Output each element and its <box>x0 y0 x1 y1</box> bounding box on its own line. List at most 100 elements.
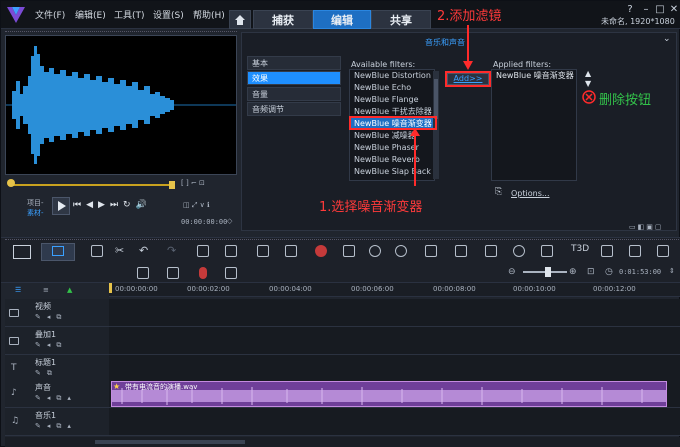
split-icon[interactable] <box>257 245 269 257</box>
filter-item[interactable]: NewBlue Flange <box>350 94 434 106</box>
ruler-tick: 00:00:04:00 <box>269 285 312 293</box>
zoom-slider-thumb[interactable] <box>545 267 551 277</box>
menu-settings[interactable]: 设置(S) <box>153 8 184 21</box>
copy-icon[interactable] <box>91 245 103 257</box>
track-music[interactable] <box>109 408 680 436</box>
trim-start-handle[interactable] <box>7 179 15 187</box>
multicam-icon[interactable] <box>395 245 407 257</box>
annotation-box-filter <box>349 116 437 130</box>
record-screen-icon[interactable] <box>225 245 237 257</box>
help-icon[interactable]: ? <box>623 4 637 16</box>
all-tracks-icon[interactable]: ☰ <box>15 286 21 294</box>
more-icon[interactable] <box>657 245 669 257</box>
track-header-title[interactable]: T 标题1 ✎⧉ <box>5 355 109 383</box>
category-volume[interactable]: 音量 <box>247 87 341 101</box>
preview-export-icon[interactable] <box>629 245 641 257</box>
track-header-video[interactable]: 视频 ✎◂⧉ <box>5 299 109 327</box>
filter-item[interactable]: NewBlue Echo <box>350 82 434 94</box>
applied-filters-list[interactable]: NewBlue 噪音渐变器 <box>491 69 577 181</box>
duration-stepper[interactable]: ⇕ <box>669 267 675 275</box>
track-video[interactable] <box>109 299 680 327</box>
timeline-view-icon <box>52 246 64 256</box>
window-title: 未命名, 1920*1080 <box>601 17 675 26</box>
options-button[interactable]: Options... <box>511 189 550 198</box>
move-down-icon[interactable]: ▼ <box>585 79 591 88</box>
playhead[interactable] <box>109 283 112 293</box>
filter-item[interactable]: NewBlue Distortion <box>350 70 434 82</box>
category-effects[interactable]: 效果 <box>247 71 341 85</box>
zoom-out-icon[interactable]: ⊖ <box>508 267 516 277</box>
effects-icon[interactable] <box>601 245 613 257</box>
track-controls[interactable]: ✎◂⧉ <box>35 341 67 350</box>
track-controls[interactable]: ✎⧉ <box>35 369 58 378</box>
menu-tools[interactable]: 工具(T) <box>114 8 145 21</box>
preview-window <box>5 35 237 175</box>
tab-share[interactable]: 共享 <box>371 10 431 29</box>
scissors-icon[interactable]: ✂ <box>115 244 124 257</box>
home-tab[interactable] <box>229 10 251 29</box>
maximize-icon[interactable]: □ <box>653 4 667 16</box>
transport-controls[interactable]: ⏮◀▶⏭↻🔊 <box>73 200 152 210</box>
subtitle-icon[interactable] <box>425 245 437 257</box>
trim-bar[interactable] <box>11 184 173 186</box>
mask-icon[interactable] <box>343 245 355 257</box>
move-up-icon[interactable]: ▲ <box>585 69 591 78</box>
options-collapse-icon[interactable]: ⌄ <box>663 34 671 44</box>
record-icon[interactable] <box>315 245 327 257</box>
play-button[interactable] <box>52 197 70 215</box>
timecode-display[interactable]: 00:00:00:00 <box>181 218 227 226</box>
title-3d-icon[interactable]: T3D <box>571 244 589 254</box>
video-track-icon <box>9 309 19 317</box>
fit-project-icon[interactable]: ⊡ <box>587 267 595 277</box>
panel-view-icons[interactable]: ▭◧▣▢ <box>629 223 663 231</box>
track-header-overlay[interactable]: 叠加1 ✎◂⧉ <box>5 327 109 355</box>
menu-help[interactable]: 帮助(H) <box>193 8 225 21</box>
track-controls[interactable]: ✎◂⧉▴ <box>35 422 77 431</box>
stabilize-icon[interactable] <box>541 245 553 257</box>
mixer-icon[interactable] <box>485 245 497 257</box>
track-controls[interactable]: ✎◂⧉▴ <box>35 394 77 403</box>
filter-item[interactable]: NewBlue Phaser <box>350 142 434 154</box>
auto-music-icon[interactable] <box>225 267 237 279</box>
redo-icon[interactable]: ↷ <box>167 244 176 257</box>
undo-icon[interactable]: ↶ <box>139 244 148 257</box>
applied-filter-item[interactable]: NewBlue 噪音渐变器 <box>492 70 576 82</box>
delete-filter-icon[interactable] <box>582 90 596 104</box>
close-icon[interactable]: ✕ <box>667 4 680 16</box>
minimize-icon[interactable]: – <box>639 4 653 16</box>
tab-capture[interactable]: 捕获 <box>253 10 313 29</box>
category-audio-adjust[interactable]: 音频调节 <box>247 102 341 116</box>
crop-icon[interactable] <box>285 245 297 257</box>
track-options-icon[interactable]: ≡ <box>43 286 49 294</box>
clip-label[interactable]: 素材- <box>27 208 44 218</box>
track-controls[interactable]: ✎◂⧉ <box>35 313 67 322</box>
track-title[interactable] <box>109 355 680 383</box>
category-basic[interactable]: 基本 <box>247 56 341 70</box>
menu-file[interactable]: 文件(F) <box>35 8 65 21</box>
project-duration[interactable]: 0:01:53:00 <box>619 268 661 276</box>
ripple-edit-icon[interactable]: ▲ <box>67 286 72 294</box>
filter-item[interactable]: NewBlue Reverb <box>350 154 434 166</box>
track-overlay[interactable] <box>109 327 680 355</box>
mark-in-out-icon[interactable]: [ ] ⌐ ⊡ <box>181 179 205 187</box>
filter-item[interactable]: NewBlue Slap Back <box>350 166 434 178</box>
track-manager-icon[interactable] <box>137 267 149 279</box>
mic-icon[interactable] <box>199 267 207 279</box>
tab-edit[interactable]: 编辑 <box>313 10 371 29</box>
timeline-hscroll[interactable] <box>5 437 680 447</box>
menu-edit[interactable]: 编辑(E) <box>75 8 106 21</box>
zoom-in-icon[interactable]: ⊕ <box>569 267 577 277</box>
fit-icon[interactable] <box>197 245 209 257</box>
motion-icon[interactable] <box>369 245 381 257</box>
track-header-music[interactable]: ♫ 音乐1 ✎◂⧉▴ <box>5 408 109 436</box>
project-label[interactable]: 项目- <box>27 198 44 208</box>
volume-icon[interactable]: ◫ ⤢ ∨ ℹ <box>183 201 210 210</box>
speed-icon[interactable] <box>455 245 467 257</box>
filter-item[interactable]: NewBlue 减噪器 <box>350 130 434 142</box>
chapter-icon[interactable] <box>167 267 179 279</box>
sound-icon[interactable] <box>513 245 525 257</box>
storyboard-view-button[interactable] <box>13 245 31 259</box>
track-header-voice[interactable]: ♪ 声音 ✎◂⧉▴ <box>5 380 109 408</box>
timecode-stepper[interactable]: ◇ <box>227 217 232 225</box>
trim-end-handle[interactable] <box>169 181 175 189</box>
